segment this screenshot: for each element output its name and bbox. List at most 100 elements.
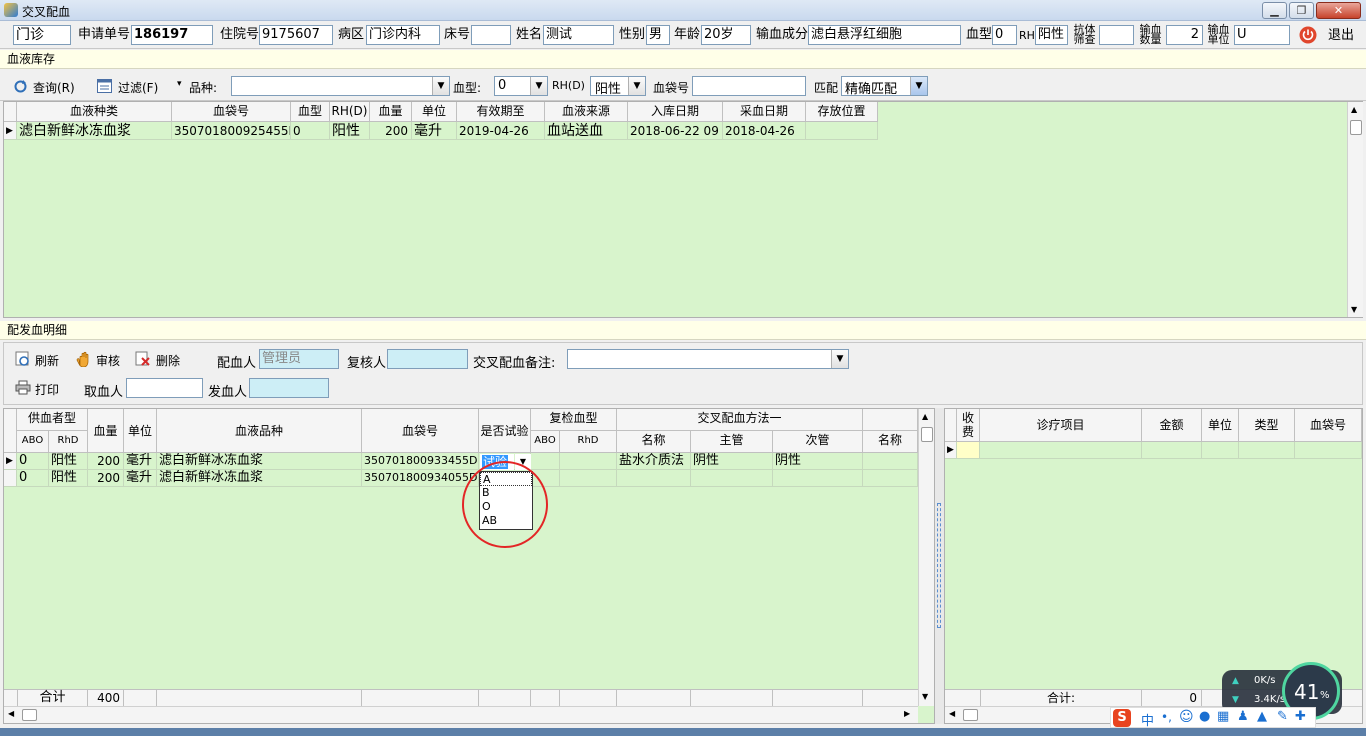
stock-cell[interactable]: 350701800925455D xyxy=(172,122,291,140)
ime-mode-button[interactable]: 中 xyxy=(1141,710,1154,729)
detail-cell-minor[interactable]: 阴性 xyxy=(773,453,863,470)
scroll-up-icon[interactable]: ▲ xyxy=(1351,105,1357,114)
filter-button[interactable]: 过滤(F) xyxy=(97,78,169,95)
scroll-down-icon[interactable]: ▼ xyxy=(1351,305,1357,314)
maximize-button[interactable]: ❐ xyxy=(1289,2,1314,19)
stock-cell[interactable]: 阳性 xyxy=(330,122,370,140)
tools-icon[interactable]: ✚ xyxy=(1295,709,1306,724)
stock-col-5[interactable]: 单位 xyxy=(412,102,457,122)
detail-row[interactable]: 0 阳性 200 毫升 滤白新鲜冰冻血浆 350701800934055D xyxy=(4,470,918,487)
stock-col-10[interactable]: 存放位置 xyxy=(806,102,878,122)
stock-col-2[interactable]: 血型 xyxy=(291,102,330,122)
detail-cell-method[interactable]: 盐水介质法 xyxy=(617,453,691,470)
query-button[interactable]: 查询(R) xyxy=(13,78,85,95)
gender-field[interactable]: 男 xyxy=(646,25,670,45)
detail-cell-re_rhd[interactable] xyxy=(560,453,617,470)
detail-cell-rhd[interactable]: 阳性 xyxy=(49,453,88,470)
reviewer-field[interactable] xyxy=(387,349,468,369)
detail-cell-unit[interactable]: 毫升 xyxy=(124,470,157,487)
detail-cell-name2[interactable] xyxy=(863,470,918,487)
stock-cell[interactable]: 毫升 xyxy=(412,122,457,140)
refresh-button[interactable]: 刷新 xyxy=(15,351,65,368)
stock-col-3[interactable]: RH(D) xyxy=(330,102,370,122)
scroll-thumb[interactable] xyxy=(921,427,933,442)
rh-field[interactable]: 阳性 xyxy=(1035,25,1068,45)
stock-col-7[interactable]: 血液来源 xyxy=(545,102,628,122)
visit-type-field[interactable]: 门诊 xyxy=(13,25,71,45)
detail-cell-method[interactable] xyxy=(617,470,691,487)
stock-cell[interactable]: 血站送血 xyxy=(545,122,628,140)
issuer-field[interactable] xyxy=(249,378,329,398)
detail-cell-re_abo[interactable] xyxy=(531,453,560,470)
minimize-button[interactable]: ▁ xyxy=(1262,2,1287,19)
detail-cell-re_abo[interactable] xyxy=(531,470,560,487)
stock-vertical-scrollbar[interactable]: ▲ ▼ xyxy=(1347,102,1363,317)
stock-cell[interactable]: 200 xyxy=(370,122,412,140)
detail-cell-abo[interactable]: 0 xyxy=(17,470,49,487)
dropdown-option[interactable]: B xyxy=(480,486,532,500)
panel-splitter[interactable] xyxy=(935,408,944,724)
unit-field[interactable]: U xyxy=(1234,25,1290,45)
user-icon[interactable]: ♟ xyxy=(1237,709,1249,724)
detail-cell-volume[interactable]: 200 xyxy=(88,453,124,470)
scroll-left-icon[interactable]: ◀ xyxy=(8,709,14,718)
scroll-thumb[interactable] xyxy=(22,709,37,721)
splitter-grip[interactable] xyxy=(937,503,941,628)
stock-col-1[interactable]: 血袋号 xyxy=(172,102,291,122)
quantity-field[interactable]: 2 xyxy=(1166,25,1203,45)
close-button[interactable]: ✕ xyxy=(1316,2,1361,19)
skin-icon[interactable]: ▲ xyxy=(1257,709,1267,724)
chevron-down-icon[interactable]: ▼ xyxy=(628,77,645,95)
age-field[interactable]: 20岁 xyxy=(701,25,751,45)
stock-bag-input[interactable] xyxy=(692,76,806,96)
keyboard-icon[interactable]: ▦ xyxy=(1217,709,1229,724)
stock-cell[interactable]: 2018-06-22 09 xyxy=(628,122,723,140)
detail-cell-variety[interactable]: 滤白新鲜冰冻血浆 xyxy=(157,453,362,470)
scroll-up-icon[interactable]: ▲ xyxy=(922,412,928,421)
stock-col-0[interactable]: 血液种类 xyxy=(17,102,172,122)
scroll-down-icon[interactable]: ▼ xyxy=(922,692,928,701)
detail-cell-variety[interactable]: 滤白新鲜冰冻血浆 xyxy=(157,470,362,487)
stock-cell[interactable]: 0 xyxy=(291,122,330,140)
settings-wrench-icon[interactable]: ✎ xyxy=(1277,709,1288,724)
stock-col-4[interactable]: 血量 xyxy=(370,102,412,122)
scroll-left-icon[interactable]: ◀ xyxy=(949,709,955,718)
detail-vertical-scrollbar[interactable]: ▲ ▼ xyxy=(918,409,934,706)
scroll-thumb[interactable] xyxy=(1350,120,1362,135)
stock-col-9[interactable]: 采血日期 xyxy=(723,102,806,122)
admission-no-field[interactable]: 9175607 xyxy=(259,25,333,45)
detail-cell-minor[interactable] xyxy=(773,470,863,487)
sogou-logo-icon[interactable]: S xyxy=(1113,709,1131,727)
stock-cell[interactable]: 2019-04-26 xyxy=(457,122,545,140)
remark-select[interactable]: ▼ xyxy=(567,349,849,369)
detail-cell-abo[interactable]: 0 xyxy=(17,453,49,470)
matcher-field[interactable]: 管理员 xyxy=(259,349,339,369)
punctuation-icon[interactable]: •, xyxy=(1161,710,1172,724)
audit-button[interactable]: 审核 xyxy=(76,351,126,368)
variety-dropdown-arrow-icon[interactable]: ▾ xyxy=(177,79,182,89)
taker-field[interactable] xyxy=(126,378,203,398)
microphone-icon[interactable]: ● xyxy=(1199,709,1210,724)
detail-cell-bag[interactable]: 350701800933455D xyxy=(362,453,479,470)
detail-cell-re_rhd[interactable] xyxy=(560,470,617,487)
antibody-field[interactable] xyxy=(1099,25,1134,45)
dropdown-option[interactable]: O xyxy=(480,500,532,514)
scroll-thumb[interactable] xyxy=(963,709,978,721)
detail-cell-volume[interactable]: 200 xyxy=(88,470,124,487)
detail-row[interactable]: ▶ 0 阳性 200 毫升 滤白新鲜冰冻血浆 350701800933455D 盐水介质法 阴性… xyxy=(4,453,918,470)
request-no-field[interactable]: 186197 xyxy=(131,25,213,45)
stock-blood-type-select[interactable]: 0 ▼ xyxy=(494,76,548,96)
detail-cell-major[interactable]: 阴性 xyxy=(691,453,773,470)
dropdown-option[interactable]: A xyxy=(480,472,532,486)
chevron-down-icon[interactable]: ▼ xyxy=(530,77,547,95)
stock-cell[interactable]: 2018-04-26 xyxy=(723,122,806,140)
match-select[interactable]: 精确匹配 ▼ xyxy=(841,76,928,97)
detail-horizontal-scrollbar[interactable]: ◀ ▶ xyxy=(4,706,918,723)
blood-type-field[interactable]: 0 xyxy=(992,25,1017,45)
emoji-icon[interactable]: ☺ xyxy=(1179,709,1194,725)
variety-select[interactable]: ▼ xyxy=(231,76,450,96)
stock-rh-select[interactable]: 阳性 ▼ xyxy=(590,76,646,97)
detail-cell-bag[interactable]: 350701800934055D xyxy=(362,470,479,487)
stock-cell[interactable] xyxy=(806,122,878,140)
detail-cell-unit[interactable]: 毫升 xyxy=(124,453,157,470)
